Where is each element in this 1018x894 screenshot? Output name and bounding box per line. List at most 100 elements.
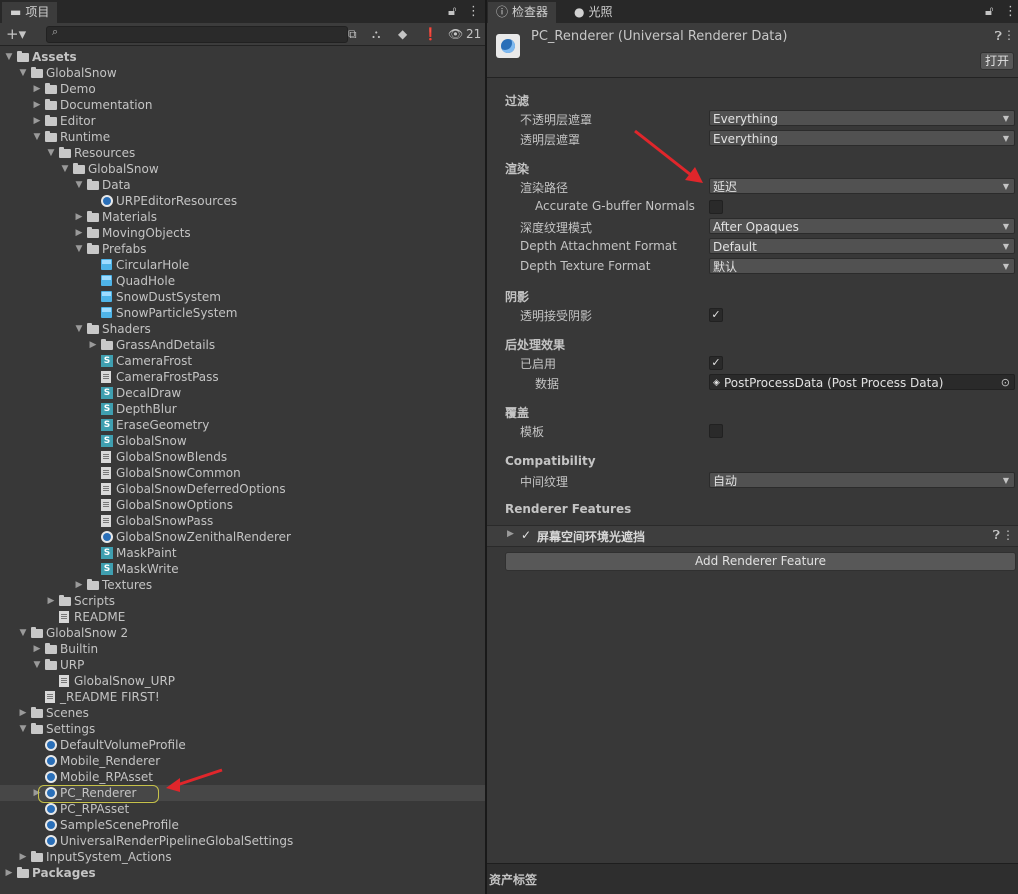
tree-row[interactable]: S CameraFrost (0, 353, 485, 369)
tree-row[interactable]: GlobalSnowBlends (0, 449, 485, 465)
depth-attachment-dropdown[interactable]: Default ▼ (709, 238, 1015, 254)
foldout-closed-icon[interactable]: ▶ (74, 577, 84, 593)
depth-texture-format-dropdown[interactable]: 默认 ▼ (709, 258, 1015, 274)
tree-row[interactable]: GlobalSnowOptions (0, 497, 485, 513)
foldout-closed-icon[interactable]: ▶ (32, 641, 42, 657)
tree-row[interactable]: S GlobalSnow (0, 433, 485, 449)
lock-icon[interactable]: 🔓︎ (985, 0, 993, 23)
tree-row[interactable]: UniversalRenderPipelineGlobalSettings (0, 833, 485, 849)
tab-lighting[interactable]: ● 光照 (566, 2, 621, 23)
tree-row[interactable]: ▼ Shaders (0, 321, 485, 337)
menu-dots-icon[interactable]: ⋮ (1003, 28, 1015, 42)
tree-row[interactable]: Mobile_RPAsset (0, 769, 485, 785)
tree-row[interactable]: S DecalDraw (0, 385, 485, 401)
gbuffer-normals-checkbox[interactable] (709, 200, 723, 214)
tree-row[interactable]: GlobalSnowDeferredOptions (0, 481, 485, 497)
search-input[interactable]: ⌕ (46, 25, 348, 43)
tree-row[interactable]: CameraFrostPass (0, 369, 485, 385)
tree-row[interactable]: GlobalSnowPass (0, 513, 485, 529)
foldout-closed-icon[interactable]: ▶ (32, 81, 42, 97)
transparent-shadow-checkbox[interactable]: ✓ (709, 308, 723, 322)
lock-icon[interactable]: 🔓︎ (448, 0, 456, 23)
foldout-open-icon[interactable]: ▼ (46, 145, 56, 161)
tree-row[interactable]: SampleSceneProfile (0, 817, 485, 833)
intermediate-texture-dropdown[interactable]: 自动 ▼ (709, 472, 1015, 488)
foldout-closed-icon[interactable]: ▶ (18, 849, 28, 865)
tree-row[interactable]: ▶ GrassAndDetails (0, 337, 485, 353)
tree-row[interactable]: ▶ Demo (0, 81, 485, 97)
tree-row[interactable]: ▼ GlobalSnow 2 (0, 625, 485, 641)
add-renderer-feature-button[interactable]: Add Renderer Feature (505, 552, 1016, 571)
tree-row[interactable]: _README FIRST! (0, 689, 485, 705)
tree-row[interactable]: S EraseGeometry (0, 417, 485, 433)
foldout-open-icon[interactable]: ▼ (74, 321, 84, 337)
eye-icon[interactable]: 👁︎ (448, 25, 463, 43)
post-data-object-field[interactable]: ◈ PostProcessData (Post Process Data) ⊙ (709, 374, 1015, 390)
tree-row[interactable]: S MaskPaint (0, 545, 485, 561)
tree-row[interactable]: ▼ Resources (0, 145, 485, 161)
tree-row[interactable]: ▶ Packages (0, 865, 485, 881)
menu-dots-icon[interactable]: ⋮ (1004, 0, 1017, 23)
tree-row[interactable]: QuadHole (0, 273, 485, 289)
foldout-closed-icon[interactable]: ▶ (4, 865, 14, 881)
label-tag-icon[interactable]: ◆ (398, 25, 407, 43)
foldout-open-icon[interactable]: ▼ (32, 129, 42, 145)
tree-row[interactable]: ▶ Builtin (0, 641, 485, 657)
render-path-dropdown[interactable]: 延迟 ▼ (709, 178, 1015, 194)
tree-row[interactable]: ▼ GlobalSnow (0, 161, 485, 177)
tree-row[interactable]: ▼ Runtime (0, 129, 485, 145)
tree-row[interactable]: ▼ Assets (0, 49, 485, 65)
menu-dots-icon[interactable]: ⋮ (467, 0, 480, 23)
tree-row[interactable]: ▼ Settings (0, 721, 485, 737)
feature-enabled-checkbox[interactable]: ✓ (521, 528, 531, 542)
stencil-checkbox[interactable] (709, 424, 723, 438)
tree-row[interactable]: ▼ Data (0, 177, 485, 193)
depth-texture-mode-dropdown[interactable]: After Opaques ▼ (709, 218, 1015, 234)
search-by-type-icon[interactable]: ⧉ (348, 25, 357, 43)
tree-row[interactable]: ▶ Scenes (0, 705, 485, 721)
object-picker-icon[interactable]: ⊙ (1001, 375, 1010, 391)
tree-row[interactable]: PC_RPAsset (0, 801, 485, 817)
tree-row[interactable]: ▶ Documentation (0, 97, 485, 113)
filter-type-icon[interactable]: ⛬ (372, 25, 380, 43)
foldout-open-icon[interactable]: ▼ (74, 177, 84, 193)
foldout-open-icon[interactable]: ▼ (18, 721, 28, 737)
foldout-open-icon[interactable]: ▼ (18, 625, 28, 641)
foldout-open-icon[interactable]: ▼ (74, 241, 84, 257)
tree-row[interactable]: ▼ URP (0, 657, 485, 673)
foldout-open-icon[interactable]: ▼ (4, 49, 14, 65)
tree-row[interactable]: README (0, 609, 485, 625)
tree-row[interactable]: GlobalSnow_URP (0, 673, 485, 689)
tree-row[interactable]: SnowDustSystem (0, 289, 485, 305)
open-button[interactable]: 打开 (980, 52, 1014, 70)
foldout-open-icon[interactable]: ▼ (60, 161, 70, 177)
help-icon[interactable]: ❓︎ (995, 29, 1002, 44)
tab-project[interactable]: ▬ 项目 (2, 2, 58, 23)
foldout-closed-icon[interactable]: ▶ (74, 209, 84, 225)
tree-row[interactable]: ▶ MovingObjects (0, 225, 485, 241)
create-button[interactable]: +▾ (6, 25, 26, 43)
tree-row[interactable]: ▶ Editor (0, 113, 485, 129)
post-enabled-checkbox[interactable]: ✓ (709, 356, 723, 370)
menu-dots-icon[interactable]: ⋮ (1002, 528, 1014, 542)
foldout-open-icon[interactable]: ▼ (18, 65, 28, 81)
help-icon[interactable]: ❓︎ (993, 528, 1000, 543)
tree-row[interactable]: ▶ Textures (0, 577, 485, 593)
tree-row[interactable]: Mobile_Renderer (0, 753, 485, 769)
foldout-closed-icon[interactable]: ▶ (88, 337, 98, 353)
tree-row[interactable]: S MaskWrite (0, 561, 485, 577)
opaque-mask-dropdown[interactable]: Everything ▼ (709, 110, 1015, 126)
foldout-closed-icon[interactable]: ▶ (46, 593, 56, 609)
tree-row[interactable]: ▼ Prefabs (0, 241, 485, 257)
foldout-open-icon[interactable]: ▼ (32, 657, 42, 673)
foldout-closed-icon[interactable]: ▶ (74, 225, 84, 241)
transparent-mask-dropdown[interactable]: Everything ▼ (709, 130, 1015, 146)
tree-row[interactable]: GlobalSnowCommon (0, 465, 485, 481)
tree-row[interactable]: URPEditorResources (0, 193, 485, 209)
tree-row[interactable]: S DepthBlur (0, 401, 485, 417)
foldout-arrow-icon[interactable]: ▶ (507, 529, 514, 539)
tree-row[interactable]: ▶ Scripts (0, 593, 485, 609)
foldout-closed-icon[interactable]: ▶ (32, 97, 42, 113)
renderer-feature-row[interactable]: ▶ ✓ 屏幕空间环境光遮挡 ❓︎ ⋮ (487, 525, 1018, 547)
tree-row[interactable]: DefaultVolumeProfile (0, 737, 485, 753)
